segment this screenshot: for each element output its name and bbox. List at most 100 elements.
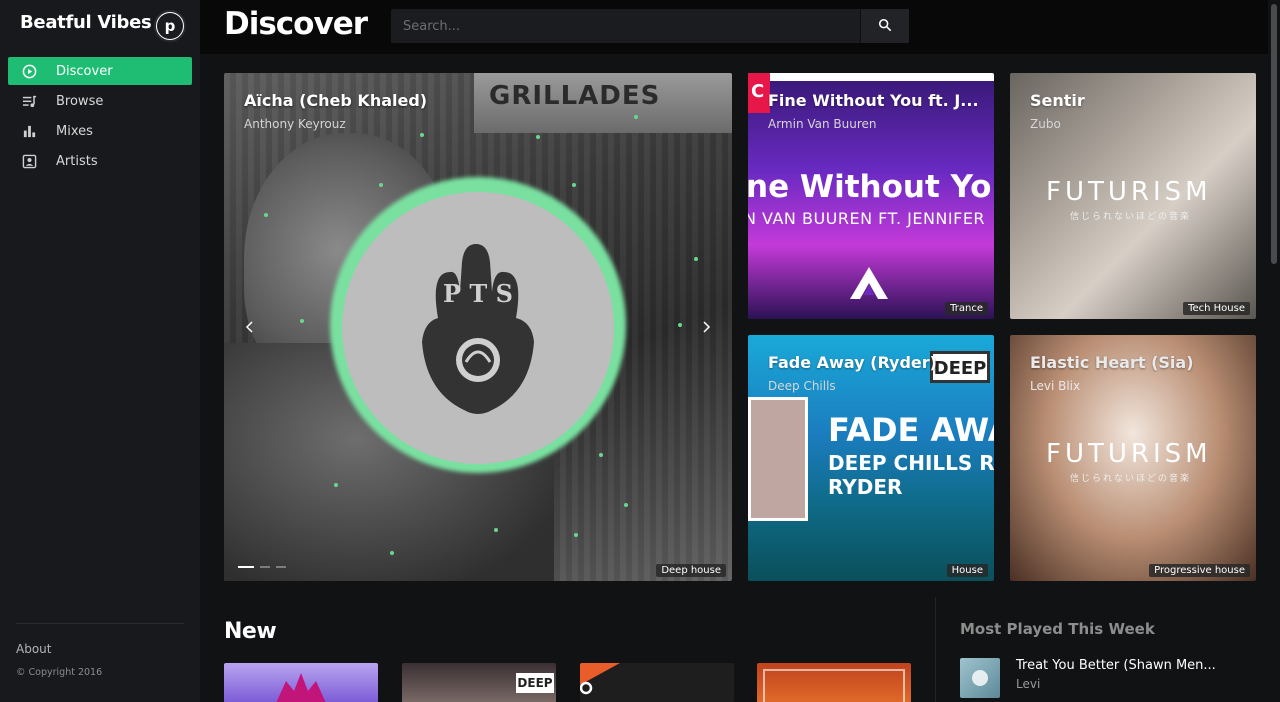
track-card[interactable]: FUTURISM 信じられないほどの音楽 Elastic Heart (Sia)…: [1010, 335, 1256, 581]
hamsa-logo-icon: P T S: [422, 244, 534, 414]
brand-name: Beatful Vibes: [20, 12, 152, 33]
album-badge: DEEP: [930, 351, 990, 383]
visualizer-particle: [334, 483, 338, 487]
album-disc: P T S: [342, 192, 614, 464]
track-card[interactable]: C ne Without Yo N VAN BUUREN FT. JENNIFE…: [748, 73, 994, 319]
copyright-text: © Copyright 2016: [16, 667, 103, 678]
scrollbar-thumb[interactable]: [1271, 4, 1277, 264]
app-root: Beatful Vibes p Discover Browse Mixes Ar…: [0, 0, 1280, 702]
album-art-text: FUTURISM: [1046, 439, 1212, 469]
genre-badge: Tech House: [1183, 302, 1250, 315]
page-scrollbar[interactable]: [1268, 0, 1280, 702]
top-bar: Discover: [200, 0, 1268, 54]
album-art-icon: [276, 673, 326, 702]
brand-logo-icon[interactable]: p: [154, 10, 186, 42]
album-art-subtext: DEEP CHILLS REM: [828, 451, 994, 475]
carousel-dot[interactable]: [260, 566, 270, 568]
page-title: Discover: [224, 6, 368, 42]
carousel-dot[interactable]: [238, 566, 254, 568]
visualizer-particle: [264, 213, 268, 217]
track-title[interactable]: Treat You Better (Shawn Men...: [1016, 658, 1216, 673]
genre-badge: House: [946, 564, 988, 577]
sidebar-item-label: Mixes: [56, 123, 93, 139]
album-art-frame: [748, 397, 808, 521]
track-artist[interactable]: Levi: [1016, 677, 1216, 691]
sidebar-nav: Discover Browse Mixes Artists: [8, 57, 192, 177]
search-bar: [391, 9, 909, 43]
search-button[interactable]: [860, 9, 909, 43]
sidebar: Beatful Vibes p Discover Browse Mixes Ar…: [0, 0, 200, 702]
play-circle-icon: [21, 63, 37, 79]
sidebar-item-discover[interactable]: Discover: [8, 57, 192, 85]
genre-badge: Trance: [945, 302, 988, 315]
about-link[interactable]: About: [16, 642, 184, 656]
card-track-artist[interactable]: Zubo: [1030, 117, 1061, 131]
bar-chart-icon: [21, 123, 37, 139]
sidebar-item-artists[interactable]: Artists: [8, 147, 192, 175]
album-art-subtext: RYDER: [828, 475, 903, 499]
album-art-subtext: N VAN BUUREN FT. JENNIFER: [748, 209, 986, 228]
card-track-title[interactable]: Sentir: [1030, 91, 1085, 110]
track-card[interactable]: DEEP FADE AWA DEEP CHILLS REM RYDER Fade…: [748, 335, 994, 581]
sidebar-item-label: Artists: [56, 153, 98, 169]
visualizer-particle: [634, 115, 638, 119]
sidebar-item-label: Discover: [56, 63, 113, 79]
svg-text:P T S: P T S: [443, 279, 513, 308]
armada-logo-icon: [850, 267, 888, 299]
brand[interactable]: Beatful Vibes: [20, 12, 152, 33]
most-played-title: Most Played This Week: [960, 620, 1155, 638]
visualizer-particle: [678, 323, 682, 327]
carousel-indicators: [238, 566, 286, 568]
visualizer-particle: [572, 183, 576, 187]
sidebar-item-label: Browse: [56, 93, 104, 109]
account-box-icon: [21, 153, 37, 169]
section-divider: [935, 597, 936, 702]
deep-badge: DEEP: [516, 673, 554, 693]
hero-track-title[interactable]: Aïcha (Cheb Khaled): [244, 91, 427, 110]
visualizer-particle: [574, 533, 578, 537]
search-icon: [878, 17, 892, 36]
visualizer-particle: [300, 319, 304, 323]
new-release-thumbnail[interactable]: DEEP: [402, 663, 556, 702]
album-badge: C: [748, 73, 770, 113]
carousel-dot[interactable]: [276, 566, 286, 568]
new-release-thumbnail[interactable]: [580, 663, 734, 702]
card-track-artist[interactable]: Armin Van Buuren: [768, 117, 877, 131]
visualizer-particle: [536, 135, 540, 139]
visualizer-particle: [379, 183, 383, 187]
sidebar-footer: About © Copyright 2016: [16, 623, 184, 679]
visualizer-particle: [390, 551, 394, 555]
hero-track-artist[interactable]: Anthony Keyrouz: [244, 117, 346, 131]
new-release-thumbnail[interactable]: [224, 663, 378, 702]
hero-awning-text: GRILLADES: [489, 81, 661, 111]
album-art-frame: [763, 669, 905, 702]
album-art-icon: [972, 670, 988, 686]
genre-badge: Progressive house: [1149, 564, 1250, 577]
track-card[interactable]: FUTURISM 信じられないほどの音楽 Sentir Zubo Tech Ho…: [1010, 73, 1256, 319]
card-track-artist[interactable]: Deep Chills: [768, 379, 836, 393]
search-input[interactable]: [391, 9, 860, 43]
card-track-title[interactable]: Fine Without You ft. J...: [768, 91, 979, 110]
visualizer-particle: [420, 133, 424, 137]
most-played-item[interactable]: Treat You Better (Shawn Men... Levi: [960, 658, 1216, 698]
sidebar-item-browse[interactable]: Browse: [8, 87, 192, 115]
chevron-right-icon[interactable]: [698, 319, 714, 335]
new-release-thumbnail[interactable]: [757, 663, 911, 702]
chevron-left-icon[interactable]: [242, 319, 258, 335]
album-art-text: ne Without Yo: [748, 169, 992, 205]
card-track-title[interactable]: Fade Away (Ryder): [768, 353, 937, 372]
album-art-text: FADE AWA: [828, 411, 994, 449]
featured-carousel[interactable]: GRILLADES P T S Aïcha (Cheb Khaled) Anth…: [224, 73, 732, 581]
visualizer-particle: [624, 503, 628, 507]
genre-badge: Deep house: [656, 564, 726, 577]
album-art-text: FUTURISM: [1046, 177, 1212, 207]
album-art-subtext: 信じられないほどの音楽: [1070, 212, 1192, 222]
card-track-artist[interactable]: Levi Blix: [1030, 379, 1080, 393]
sidebar-item-mixes[interactable]: Mixes: [8, 117, 192, 145]
visualizer-particle: [494, 528, 498, 532]
album-art-icon: [580, 663, 620, 695]
album-art-subtext: 信じられないほどの音楽: [1070, 474, 1192, 484]
queue-music-icon: [21, 93, 37, 109]
track-thumbnail: [960, 658, 1000, 698]
card-track-title[interactable]: Elastic Heart (Sia): [1030, 353, 1194, 372]
